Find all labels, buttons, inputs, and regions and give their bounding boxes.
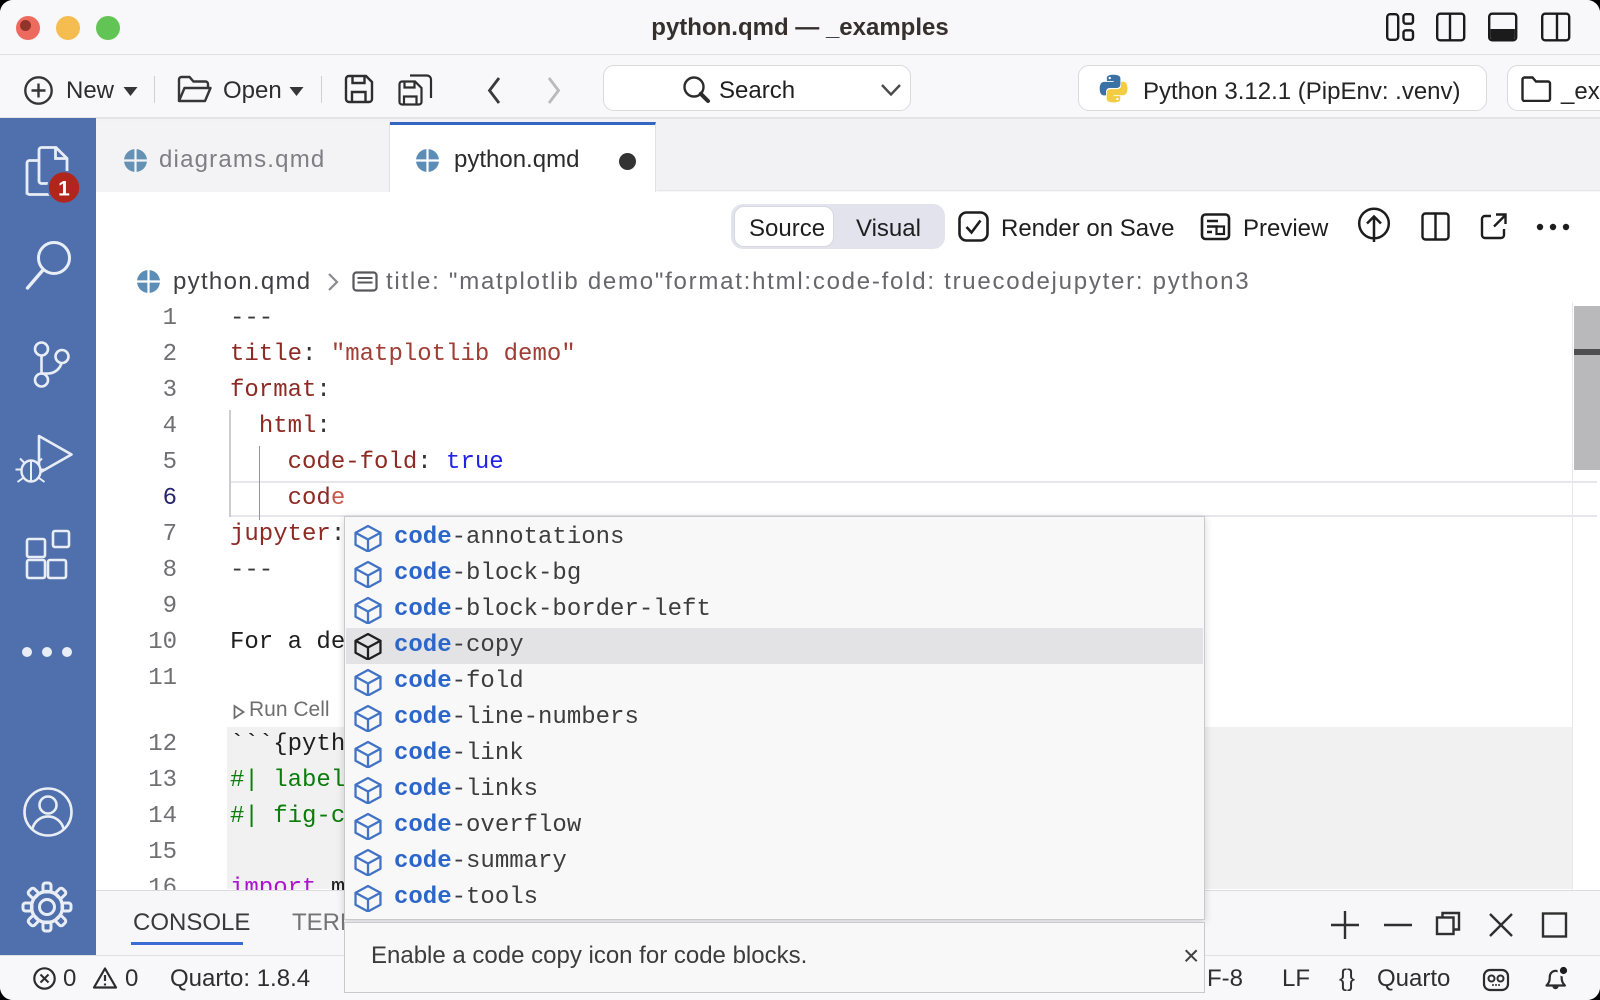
svg-text:1: 1 <box>58 178 70 201</box>
